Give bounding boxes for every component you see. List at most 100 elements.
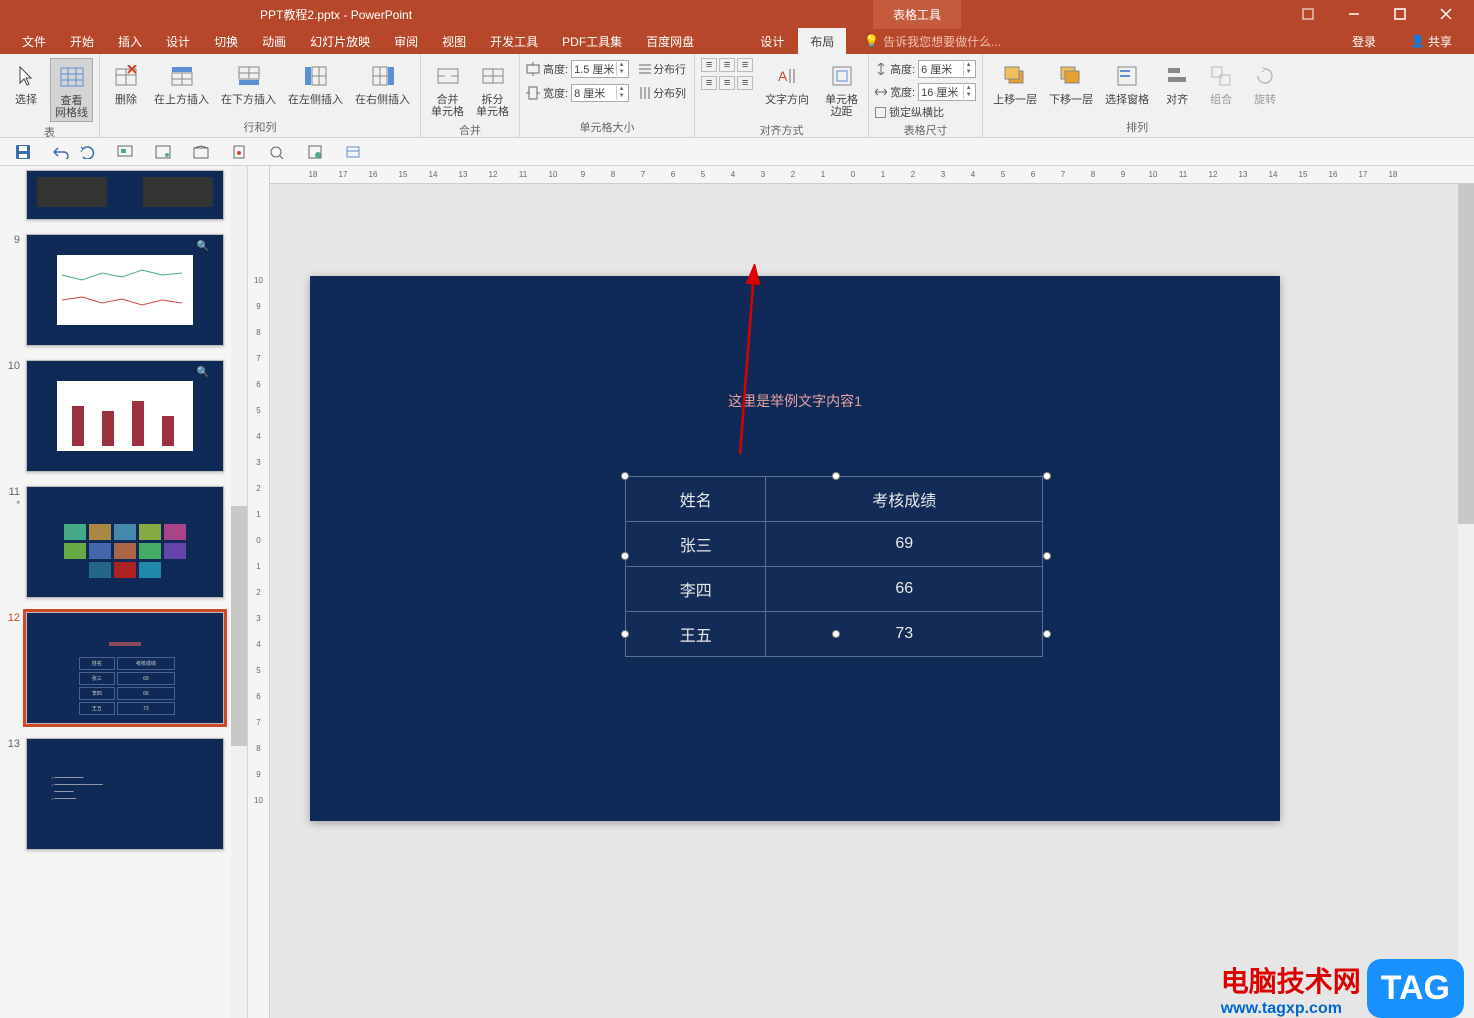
distribute-rows-button[interactable]: 分布行 [637,60,688,78]
text-direction-button[interactable]: A 文字方向 [761,58,813,108]
delete-button[interactable]: 删除 [106,58,146,108]
align-mid-center[interactable]: ≡ [719,76,735,90]
thumbs-scrollbar[interactable] [231,166,247,1018]
spin-down[interactable]: ▼ [616,69,626,76]
resize-handle-w[interactable] [621,552,629,560]
tab-home[interactable]: 开始 [58,28,106,55]
qat-icon-3[interactable] [192,143,210,161]
editor-scrollbar[interactable] [1458,184,1474,1018]
slide-thumbnail[interactable]: 🔍 [26,360,224,472]
tab-design[interactable]: 设计 [154,28,202,55]
table-cell[interactable]: 李四 [626,567,766,612]
resize-handle-s[interactable] [832,630,840,638]
spin-up[interactable]: ▲ [616,62,626,69]
resize-handle-se[interactable] [1043,630,1051,638]
table-cell[interactable]: 73 [766,612,1043,657]
tab-table-design[interactable]: 设计 [746,28,798,55]
redo-button[interactable] [78,143,96,161]
merge-cells-button[interactable]: 合并 单元格 [427,58,468,120]
slide-title-text[interactable]: 这里是举例文字内容1 [310,391,1280,411]
close-button[interactable] [1432,4,1460,24]
align-top-left[interactable]: ≡ [701,58,717,72]
align-top-center[interactable]: ≡ [719,58,735,72]
selection-pane-button[interactable]: 选择窗格 [1101,58,1153,108]
qat-icon-4[interactable] [230,143,248,161]
share-button[interactable]: 👤共享 [1398,28,1464,55]
tab-pdf[interactable]: PDF工具集 [550,28,634,55]
bring-forward-button[interactable]: 上移一层 [989,58,1041,108]
ribbon-group-table-size: 高度: 6 厘米▲▼ 宽度: 16 厘米▲▼ 锁定纵横比 表格尺寸 [869,54,983,137]
tab-table-layout[interactable]: 布局 [798,28,846,55]
table-cell[interactable]: 王五 [626,612,766,657]
slide-number: 11* [4,486,20,598]
tab-transitions[interactable]: 切换 [202,28,250,55]
ribbon-options-icon[interactable] [1294,4,1322,24]
table-cell[interactable]: 张三 [626,522,766,567]
resize-handle-e[interactable] [1043,552,1051,560]
text-direction-icon: A [771,60,803,92]
tab-file[interactable]: 文件 [10,28,58,55]
slide-thumbnails-panel[interactable]: 9 🔍 10 🔍 11* [0,166,248,1018]
qat-icon-2[interactable] [154,143,172,161]
qat-icon-5[interactable] [268,143,286,161]
table-header-cell[interactable]: 考核成绩 [766,477,1043,522]
align-top-right[interactable]: ≡ [737,58,753,72]
align-mid-right[interactable]: ≡ [737,76,753,90]
insert-left-button[interactable]: 在左侧插入 [284,58,347,108]
tab-review[interactable]: 审阅 [382,28,430,55]
tab-view[interactable]: 视图 [430,28,478,55]
distribute-cols-button[interactable]: 分布列 [637,84,688,102]
spin-up[interactable]: ▲ [616,86,626,93]
spin-down[interactable]: ▼ [616,93,626,100]
minimize-button[interactable] [1340,4,1368,24]
table-height-input[interactable]: 6 厘米▲▼ [918,60,976,78]
send-backward-button[interactable]: 下移一层 [1045,58,1097,108]
align-mid-left[interactable]: ≡ [701,76,717,90]
insert-above-button[interactable]: 在上方插入 [150,58,213,108]
tell-me-search[interactable]: 💡 告诉我您想要做什么... [846,33,1001,50]
maximize-button[interactable] [1386,4,1414,24]
slide-thumbnail[interactable]: 🔍 [26,234,224,346]
row-height-icon [526,62,540,76]
cell-width-input[interactable]: 8 厘米▲▼ [571,84,629,102]
cell-height-input[interactable]: 1.5 厘米▲▼ [571,60,629,78]
slide-thumbnail[interactable]: • ━━━━━━━━━━━━• ━━━━━━━━━━━━━━━━━━━━ ━━━… [26,738,224,850]
qat-icon-7[interactable] [344,143,362,161]
login-button[interactable]: 登录 [1340,28,1388,55]
save-button[interactable] [14,143,32,161]
resize-handle-ne[interactable] [1043,472,1051,480]
align-button[interactable]: 对齐 [1157,58,1197,108]
lock-aspect-checkbox[interactable]: 锁定纵横比 [875,104,944,120]
tab-developer[interactable]: 开发工具 [478,28,550,55]
resize-handle-sw[interactable] [621,630,629,638]
undo-button[interactable] [52,143,70,161]
table-cell[interactable]: 66 [766,567,1043,612]
cell-margins-button[interactable]: 单元格 边距 [821,58,862,120]
slide-thumbnail-current[interactable]: 姓名考核成绩张三69李四66王五73 [26,612,224,724]
view-gridlines-button[interactable]: 查看 网格线 [50,58,93,122]
insert-right-button[interactable]: 在右侧插入 [351,58,414,108]
table-header-cell[interactable]: 姓名 [626,477,766,522]
scrollbar-thumb[interactable] [231,506,247,746]
insert-below-button[interactable]: 在下方插入 [217,58,280,108]
slide-canvas[interactable]: 这里是举例文字内容1 姓名考核成绩 张三69 李四66 王五73 [310,276,1280,821]
qat-icon-1[interactable] [116,143,134,161]
table-width-input[interactable]: 16 厘米▲▼ [918,83,976,101]
tab-animations[interactable]: 动画 [250,28,298,55]
zoom-icon[interactable]: 🔍 [197,241,209,252]
tab-baidu[interactable]: 百度网盘 [634,28,706,55]
qat-icon-6[interactable] [306,143,324,161]
split-cells-button[interactable]: 拆分 单元格 [472,58,513,120]
table-cell[interactable]: 69 [766,522,1043,567]
slide-thumbnail[interactable] [26,170,224,220]
tab-insert[interactable]: 插入 [106,28,154,55]
resize-handle-n[interactable] [832,472,840,480]
select-button[interactable]: 选择 [6,58,46,108]
group-button[interactable]: 组合 [1201,58,1241,108]
zoom-icon[interactable]: 🔍 [197,367,209,378]
resize-handle-nw[interactable] [621,472,629,480]
tab-slideshow[interactable]: 幻灯片放映 [298,28,382,55]
scrollbar-thumb[interactable] [1458,184,1474,524]
slide-thumbnail[interactable] [26,486,224,598]
rotate-button[interactable]: 旋转 [1245,58,1285,108]
